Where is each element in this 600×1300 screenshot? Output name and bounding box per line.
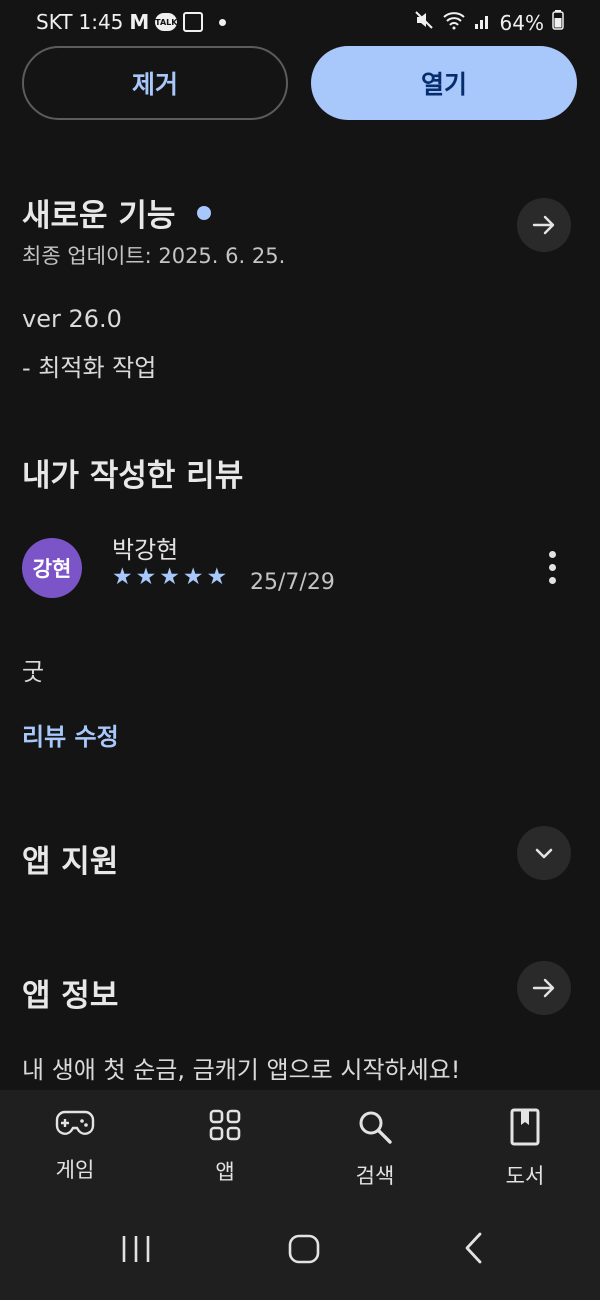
kakaotalk-icon: TALK [155, 13, 177, 31]
star-icon: ★ [135, 564, 157, 590]
update-notes: - 최적화 작업 [22, 354, 157, 382]
apps-grid-icon [209, 1109, 241, 1141]
arrow-right-icon [532, 215, 555, 235]
mute-icon [414, 10, 434, 35]
nav-label-games: 게임 [55, 1158, 95, 1182]
app-support-expand-button[interactable] [517, 826, 571, 880]
review-text: 굿 [22, 658, 45, 686]
remove-button[interactable]: 제거 [22, 46, 288, 120]
status-right: 64% [414, 10, 564, 35]
status-bar: SKT 1:45 M TALK 64% [0, 0, 600, 46]
app-info-arrow-button[interactable] [517, 961, 571, 1015]
home-button[interactable] [286, 1230, 322, 1270]
notification-dot [219, 18, 227, 26]
gmail-icon: M [129, 10, 150, 34]
search-icon [359, 1111, 392, 1144]
gallery-icon [183, 12, 204, 32]
recent-apps-button[interactable] [118, 1230, 154, 1270]
review-author: 박강현 [112, 536, 179, 564]
nav-item-search[interactable]: 검색 [320, 1108, 430, 1190]
review-date: 25/7/29 [250, 570, 335, 595]
more-options-icon[interactable] [549, 551, 556, 584]
version-text: ver 26.0 [22, 305, 122, 333]
star-icon: ★ [182, 564, 204, 590]
signal-icon [474, 11, 492, 35]
app-support-title[interactable]: 앱 지원 [22, 836, 118, 881]
nav-item-books[interactable]: 도서 [470, 1108, 580, 1190]
app-info-title[interactable]: 앱 정보 [22, 970, 118, 1015]
back-button[interactable] [456, 1230, 492, 1270]
app-description: 내 생애 첫 순금, 금캐기 앱으로 시작하세요! [22, 1056, 461, 1084]
arrow-right-icon [532, 978, 555, 998]
status-left: SKT 1:45 M TALK [36, 10, 227, 34]
clock: 1:45 [78, 10, 124, 34]
avatar: 강현 [22, 538, 82, 598]
last-updated: 최종 업데이트: 2025. 6. 25. [22, 244, 286, 268]
whats-new-arrow-button[interactable] [517, 198, 571, 252]
back-icon [465, 1232, 482, 1264]
edit-review-link[interactable]: 리뷰 수정 [22, 717, 119, 752]
review-rating: ★ ★ ★ ★ ★ [112, 566, 227, 589]
wifi-icon [442, 10, 466, 35]
book-icon [510, 1108, 540, 1146]
home-icon [288, 1234, 320, 1264]
battery-percent: 64% [499, 10, 544, 35]
nav-label-books: 도서 [505, 1164, 545, 1188]
nav-label-search: 검색 [355, 1164, 395, 1188]
new-indicator-dot [197, 205, 212, 220]
whats-new-header[interactable]: 새로운 기능 [22, 190, 212, 235]
gamepad-icon [55, 1110, 95, 1135]
nav-label-apps: 앱 [215, 1160, 235, 1184]
my-review-title: 내가 작성한 리뷰 [22, 458, 244, 494]
chevron-down-icon [535, 848, 553, 859]
whats-new-title: 새로운 기능 [22, 198, 176, 234]
nav-item-games[interactable]: 게임 [20, 1108, 130, 1184]
nav-item-apps[interactable]: 앱 [170, 1108, 280, 1186]
star-icon: ★ [159, 564, 180, 590]
open-button[interactable]: 열기 [311, 46, 577, 120]
battery-icon [552, 10, 564, 35]
carrier: SKT [36, 10, 73, 34]
star-icon: ★ [112, 564, 133, 590]
recent-apps-icon [122, 1236, 150, 1262]
star-icon: ★ [206, 564, 228, 590]
